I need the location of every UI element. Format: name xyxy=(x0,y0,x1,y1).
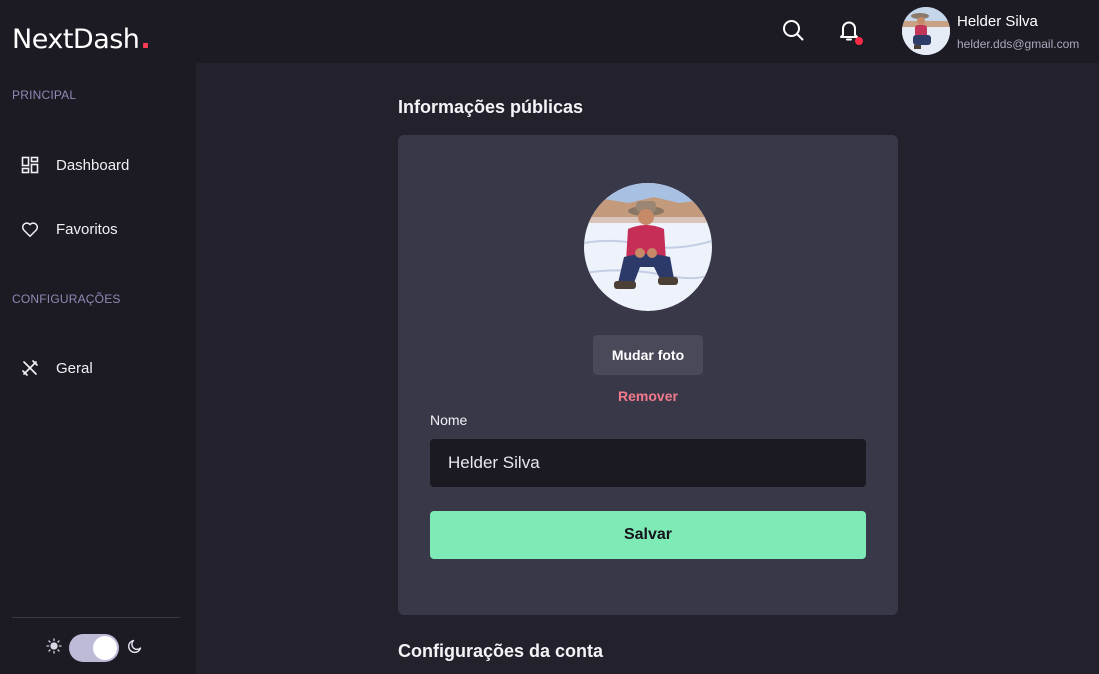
dashboard-grid-icon xyxy=(20,155,40,175)
section-label-configuracoes: CONFIGURAÇÕES xyxy=(12,292,121,306)
user-name: Helder Silva xyxy=(957,13,1038,30)
sidebar-item-dashboard[interactable]: Dashboard xyxy=(20,151,129,179)
sidebar-item-label: Geral xyxy=(56,359,93,377)
remove-photo-link[interactable]: Remover xyxy=(398,388,898,404)
user-email: helder.dds@gmail.com xyxy=(957,37,1080,51)
moon-icon xyxy=(127,638,143,659)
section-label-principal: PRINCIPAL xyxy=(12,88,77,102)
name-label: Nome xyxy=(430,412,468,428)
change-photo-button[interactable]: Mudar foto xyxy=(593,335,703,375)
app-root: NextDash. PRINCIPAL Dashboard Favoritos xyxy=(0,0,1099,674)
search-icon xyxy=(781,18,805,47)
notifications-button[interactable] xyxy=(836,19,863,45)
sidebar-item-favoritos[interactable]: Favoritos xyxy=(20,215,118,243)
save-button[interactable]: Salvar xyxy=(430,511,866,559)
brand-name: NextDash xyxy=(12,24,140,55)
profile-photo xyxy=(584,183,712,311)
sidebar-item-label: Dashboard xyxy=(56,156,130,174)
public-info-card: Mudar foto Remover Nome Salvar xyxy=(398,135,898,615)
top-header: Helder Silva helder.dds@gmail.com xyxy=(196,0,1099,63)
theme-toggle-knob xyxy=(93,636,117,660)
account-settings-title: Configurações da conta xyxy=(398,641,604,661)
tools-icon xyxy=(20,358,40,378)
sidebar-item-label: Favoritos xyxy=(56,220,118,238)
sun-icon xyxy=(46,637,62,659)
sidebar: NextDash. PRINCIPAL Dashboard Favoritos xyxy=(0,0,196,674)
heart-icon xyxy=(20,219,40,239)
sidebar-divider xyxy=(12,617,180,618)
user-avatar[interactable] xyxy=(902,7,950,55)
theme-toggle[interactable] xyxy=(69,634,119,662)
sidebar-item-geral[interactable]: Geral xyxy=(20,354,93,382)
notification-badge xyxy=(855,37,863,45)
public-info-title: Informações públicas xyxy=(398,97,584,117)
search-button[interactable] xyxy=(780,19,806,45)
brand-logo[interactable]: NextDash. xyxy=(12,24,151,55)
brand-dot: . xyxy=(140,24,151,55)
theme-switcher xyxy=(46,634,143,662)
name-input[interactable] xyxy=(430,439,866,487)
